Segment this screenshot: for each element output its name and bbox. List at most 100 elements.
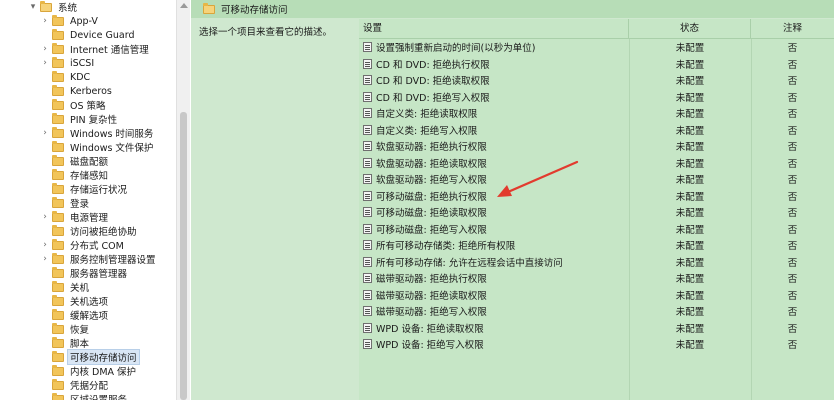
tree-item[interactable]: › 服务控制管理器设置 <box>0 252 176 266</box>
state-cell: 未配置 <box>675 241 705 252</box>
tree-item[interactable]: 访问被拒绝协助 <box>0 224 176 238</box>
scrollbar-thumb[interactable] <box>180 112 187 400</box>
chevron-right-icon[interactable]: › <box>40 58 50 68</box>
description-text: 选择一个项目来查看它的描述。 <box>199 27 333 38</box>
tree-item[interactable]: 服务器管理器 <box>0 266 176 280</box>
comment-cell: 否 <box>787 340 798 351</box>
tree-item-label: Windows 时间服务 <box>70 129 154 140</box>
tree-item-label: 凭据分配 <box>70 381 109 392</box>
folder-icon <box>52 266 64 278</box>
chevron-right-icon[interactable]: › <box>40 44 50 54</box>
table-row[interactable]: 磁带驱动器: 拒绝写入权限 未配置 否 <box>359 303 834 319</box>
table-row[interactable]: CD 和 DVD: 拒绝执行权限 未配置 否 <box>359 56 834 72</box>
tree-item[interactable]: PIN 复杂性 <box>0 112 176 126</box>
tree-item[interactable]: Device Guard <box>0 28 176 42</box>
tree-item[interactable]: › Internet 通信管理 <box>0 42 176 56</box>
setting-cell: 自定义类: 拒绝读取权限 <box>361 106 629 120</box>
table-row[interactable]: CD 和 DVD: 拒绝读取权限 未配置 否 <box>359 72 834 88</box>
tree-item[interactable]: KDC <box>0 70 176 84</box>
state-cell: 未配置 <box>675 307 705 318</box>
policy-setting-icon <box>363 58 372 69</box>
table-row[interactable]: 软盘驱动器: 拒绝读取权限 未配置 否 <box>359 155 834 171</box>
chevron-right-icon[interactable]: › <box>40 16 50 26</box>
chevron-right-icon[interactable]: › <box>40 240 50 250</box>
tree-item[interactable]: › 电源管理 <box>0 210 176 224</box>
state-cell: 未配置 <box>675 257 705 269</box>
chevron-right-icon[interactable]: › <box>40 128 50 138</box>
setting-cell: 磁带驱动器: 拒绝执行权限 <box>361 271 629 285</box>
state-cell: 未配置 <box>675 76 705 87</box>
folder-icon <box>52 224 64 236</box>
setting-cell: 可移动磁盘: 拒绝写入权限 <box>361 222 629 236</box>
setting-cell: CD 和 DVD: 拒绝写入权限 <box>361 90 629 104</box>
setting-name: 可移动磁盘: 拒绝读取权限 <box>376 208 487 219</box>
tree-item[interactable]: 脚本 <box>0 336 176 350</box>
column-header-setting[interactable]: 设置 <box>359 19 629 38</box>
tree-item[interactable]: 恢复 <box>0 322 176 336</box>
tree-item[interactable]: Kerberos <box>0 84 176 98</box>
tree-item[interactable]: 缓解选项 <box>0 308 176 322</box>
tree-item[interactable]: 存储运行状况 <box>0 182 176 196</box>
table-row[interactable]: WPD 设备: 拒绝写入权限 未配置 否 <box>359 336 834 352</box>
table-row[interactable]: 自定义类: 拒绝读取权限 未配置 否 <box>359 105 834 121</box>
table-row[interactable]: 磁带驱动器: 拒绝读取权限 未配置 否 <box>359 287 834 303</box>
table-row[interactable]: 软盘驱动器: 拒绝执行权限 未配置 否 <box>359 138 834 154</box>
table-row[interactable]: 磁带驱动器: 拒绝执行权限 未配置 否 <box>359 270 834 286</box>
tree-item[interactable]: 登录 <box>0 196 176 210</box>
tree-item[interactable]: › 分布式 COM <box>0 238 176 252</box>
table-row[interactable]: 设置强制重新启动的时间(以秒为单位) 未配置 否 <box>359 39 834 55</box>
tree-item[interactable]: ▾ 系统 <box>0 0 176 14</box>
table-row[interactable]: 所有可移动存储: 允许在远程会话中直接访问 未配置 否 <box>359 254 834 270</box>
tree-item-label: App-V <box>70 15 98 27</box>
folder-icon <box>52 322 64 334</box>
tree-item[interactable]: 区域设置服务 <box>0 392 176 400</box>
tree-item[interactable]: 内核 DMA 保护 <box>0 364 176 378</box>
folder-icon <box>52 112 64 124</box>
tree-item[interactable]: 可移动存储访问 <box>0 349 176 365</box>
tree-item[interactable]: Windows 文件保护 <box>0 140 176 154</box>
folder-icon <box>52 378 64 390</box>
comment-cell: 否 <box>787 307 798 318</box>
setting-cell: CD 和 DVD: 拒绝读取权限 <box>361 73 629 87</box>
tree-item[interactable]: 存储感知 <box>0 168 176 182</box>
tree-item-label: KDC <box>70 71 91 83</box>
chevron-right-icon[interactable]: › <box>40 212 50 222</box>
table-header-row: 设置 状态 注释 <box>359 19 834 39</box>
chevron-down-icon[interactable]: ▾ <box>28 2 38 12</box>
tree-item[interactable]: 磁盘配额 <box>0 154 176 168</box>
tree-item[interactable]: › App-V <box>0 14 176 28</box>
tree-item[interactable]: › iSCSI <box>0 56 176 70</box>
tree-item[interactable]: 关机 <box>0 280 176 294</box>
table-row[interactable]: 可移动磁盘: 拒绝写入权限 未配置 否 <box>359 221 834 237</box>
setting-name: CD 和 DVD: 拒绝写入权限 <box>376 92 490 104</box>
comment-cell: 否 <box>787 76 798 87</box>
policy-setting-icon <box>363 207 372 217</box>
tree-item-label: 电源管理 <box>70 213 109 224</box>
table-row[interactable]: 所有可移动存储类: 拒绝所有权限 未配置 否 <box>359 237 834 253</box>
scroll-up-arrow-icon[interactable] <box>180 3 188 8</box>
table-row[interactable]: 软盘驱动器: 拒绝写入权限 未配置 否 <box>359 171 834 187</box>
folder-icon <box>203 2 215 14</box>
policy-setting-icon <box>363 339 372 349</box>
chevron-right-icon[interactable]: › <box>40 254 50 264</box>
tree-scrollbar[interactable] <box>176 0 190 400</box>
setting-cell: 自定义类: 拒绝写入权限 <box>361 123 629 137</box>
column-header-comment[interactable]: 注释 <box>751 19 834 38</box>
table-row[interactable]: 可移动磁盘: 拒绝执行权限 未配置 否 <box>359 188 834 204</box>
folder-icon <box>52 350 64 362</box>
column-header-state[interactable]: 状态 <box>629 19 751 38</box>
tree-item[interactable]: OS 策略 <box>0 98 176 112</box>
state-cell: 未配置 <box>675 340 705 351</box>
folder-icon <box>52 56 64 68</box>
table-row[interactable]: WPD 设备: 拒绝读取权限 未配置 否 <box>359 320 834 336</box>
tree-item[interactable]: 凭据分配 <box>0 378 176 392</box>
table-row[interactable]: CD 和 DVD: 拒绝写入权限 未配置 否 <box>359 89 834 105</box>
tree-item[interactable]: › Windows 时间服务 <box>0 126 176 140</box>
table-row[interactable]: 可移动磁盘: 拒绝读取权限 未配置 否 <box>359 204 834 220</box>
content-header: 可移动存储访问 <box>191 0 834 18</box>
tree-item[interactable]: 关机选项 <box>0 294 176 308</box>
setting-cell: 可移动磁盘: 拒绝执行权限 <box>361 189 629 203</box>
tree-item-label: 服务控制管理器设置 <box>70 255 156 266</box>
policy-setting-icon <box>363 124 372 135</box>
table-row[interactable]: 自定义类: 拒绝写入权限 未配置 否 <box>359 122 834 138</box>
